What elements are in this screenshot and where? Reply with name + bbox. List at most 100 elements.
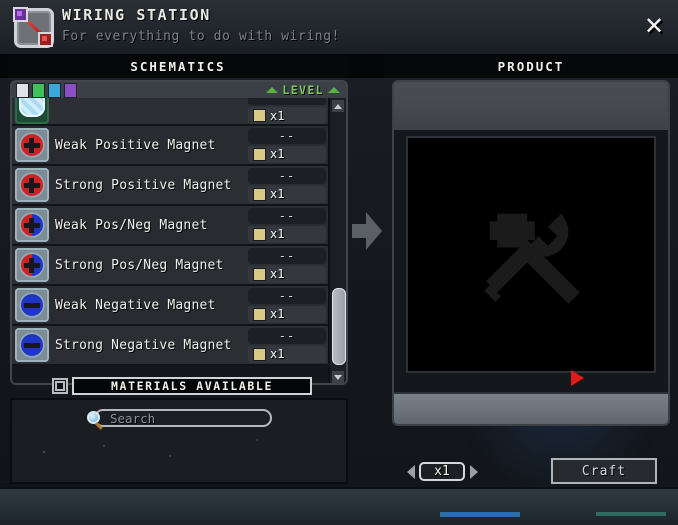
rarity-swatch-common[interactable] <box>16 82 29 98</box>
schematic-level: -- <box>248 167 326 184</box>
product-preview[interactable] <box>406 136 656 373</box>
product-header-strip <box>394 82 668 130</box>
schematic-count-text: x1 <box>270 108 285 123</box>
item-chip-icon <box>253 147 266 161</box>
magnet-posneg-icon <box>15 208 49 242</box>
transfer-arrow-icon <box>352 212 382 250</box>
ice-block-icon <box>15 98 49 124</box>
magnet-posneg-icon <box>15 248 49 282</box>
schematic-count: x1 <box>248 225 326 243</box>
background-accent-blue <box>440 512 520 517</box>
magnet-positive-icon <box>15 168 49 202</box>
schematics-scrollbar[interactable] <box>328 98 346 383</box>
tab-schematics[interactable]: SCHEMATICS <box>8 54 348 78</box>
schematic-name: Weak Pos/Neg Magnet <box>55 217 208 233</box>
schematic-level: -- <box>248 207 326 224</box>
table-row[interactable]: Strong Positive Magnet -- x1 <box>12 166 330 206</box>
tabs-row: SCHEMATICS PRODUCT <box>0 54 678 78</box>
quantity-stepper: x1 <box>405 462 479 481</box>
magnet-positive-icon <box>15 128 49 162</box>
cursor-arrow-icon <box>571 370 584 386</box>
rarity-swatch-uncommon[interactable] <box>32 82 45 98</box>
quantity-decrease-button[interactable] <box>405 463 416 481</box>
rarity-filter-bar: LEVEL <box>12 82 346 98</box>
magnet-negative-icon <box>15 328 49 362</box>
schematic-meta: -- x1 <box>248 247 326 283</box>
inventory-panel: Search <box>10 398 348 484</box>
schematic-count-text: x1 <box>270 147 285 161</box>
craft-button[interactable]: Craft <box>551 458 657 484</box>
tab-product[interactable]: PRODUCT <box>384 54 678 78</box>
schematic-name: Weak Positive Magnet <box>55 137 216 153</box>
wiring-tool-icon <box>8 4 54 50</box>
table-row[interactable]: x1 <box>12 98 330 126</box>
table-row[interactable]: Strong Negative Magnet -- x1 <box>12 326 330 366</box>
quantity-increase-button[interactable] <box>468 463 479 481</box>
schematic-count-text: x1 <box>270 307 285 321</box>
background-accent-teal <box>596 512 666 516</box>
schematic-level: -- <box>248 127 326 144</box>
schematic-name: Weak Negative Magnet <box>55 297 216 313</box>
schematic-meta: x1 <box>248 98 326 124</box>
magnifier-icon <box>87 411 105 430</box>
table-row[interactable]: Strong Pos/Neg Magnet -- x1 <box>12 246 330 286</box>
window-titlebar: WIRING STATION For everything to do with… <box>0 0 678 54</box>
schematic-count-text: x1 <box>270 227 285 241</box>
schematic-count: x1 <box>248 345 326 363</box>
close-icon[interactable]: ✕ <box>638 10 670 42</box>
page-title: WIRING STATION <box>62 6 211 24</box>
search-placeholder: Search <box>110 410 156 426</box>
schematic-count: x1 <box>248 185 326 203</box>
magnet-negative-icon <box>15 288 49 322</box>
triangle-right-icon <box>469 464 478 479</box>
schematic-count: x1 <box>248 145 326 163</box>
schematic-count: x1 <box>248 305 326 323</box>
item-chip-icon <box>253 227 266 241</box>
schematic-meta: -- x1 <box>248 207 326 243</box>
triangle-up-icon <box>328 87 340 93</box>
schematic-meta: -- x1 <box>248 127 326 163</box>
schematic-count: x1 <box>248 265 326 283</box>
table-row[interactable]: Weak Pos/Neg Magnet -- x1 <box>12 206 330 246</box>
scroll-up-icon[interactable] <box>332 100 344 112</box>
table-row[interactable]: Weak Negative Magnet -- x1 <box>12 286 330 326</box>
page-subtitle: For everything to do with wiring! <box>62 29 341 44</box>
scrollbar-thumb[interactable] <box>332 288 346 365</box>
quantity-value[interactable]: x1 <box>419 462 465 481</box>
schematics-panel: LEVEL x1 Weak Positive Magnet -- x1 Strong P… <box>10 80 348 385</box>
triangle-up-icon <box>266 87 279 93</box>
schematic-name: Strong Pos/Neg Magnet <box>55 257 224 273</box>
rarity-swatch-rare[interactable] <box>48 82 61 98</box>
materials-available-label: MATERIALS AVAILABLE <box>72 377 312 395</box>
materials-available-bar: MATERIALS AVAILABLE <box>10 376 348 396</box>
item-chip-icon <box>253 347 266 361</box>
schematic-level: -- <box>248 247 326 264</box>
schematic-meta: -- x1 <box>248 327 326 363</box>
search-input[interactable]: Search <box>87 409 272 430</box>
schematic-count: x1 <box>248 107 326 124</box>
schematic-name: Strong Positive Magnet <box>55 177 232 193</box>
schematic-name: Strong Negative Magnet <box>55 337 232 353</box>
hammer-and-wrench-icon <box>484 213 580 304</box>
sort-label: LEVEL <box>282 83 324 97</box>
rarity-swatch-legendary[interactable] <box>64 82 77 98</box>
sort-by-level-control[interactable]: LEVEL <box>266 83 340 97</box>
item-chip-icon <box>253 267 266 281</box>
schematics-list[interactable]: x1 Weak Positive Magnet -- x1 Strong Positiv… <box>12 98 330 383</box>
schematic-count-text: x1 <box>270 267 285 281</box>
schematic-level: -- <box>248 327 326 344</box>
item-chip-icon <box>253 109 266 122</box>
materials-available-checkbox[interactable] <box>52 378 68 394</box>
triangle-left-icon <box>406 464 415 479</box>
schematic-meta: -- x1 <box>248 287 326 323</box>
product-footer-strip <box>394 392 668 424</box>
wiring-station-screen: WIRING STATION For everything to do with… <box>0 0 678 525</box>
schematic-count-text: x1 <box>270 187 285 201</box>
item-chip-icon <box>253 187 266 201</box>
schematic-meta: -- x1 <box>248 167 326 203</box>
table-row[interactable]: Weak Positive Magnet -- x1 <box>12 126 330 166</box>
product-panel <box>392 80 670 426</box>
crafting-window: WIRING STATION For everything to do with… <box>0 0 678 496</box>
item-chip-icon <box>253 307 266 321</box>
schematic-level <box>248 98 326 105</box>
